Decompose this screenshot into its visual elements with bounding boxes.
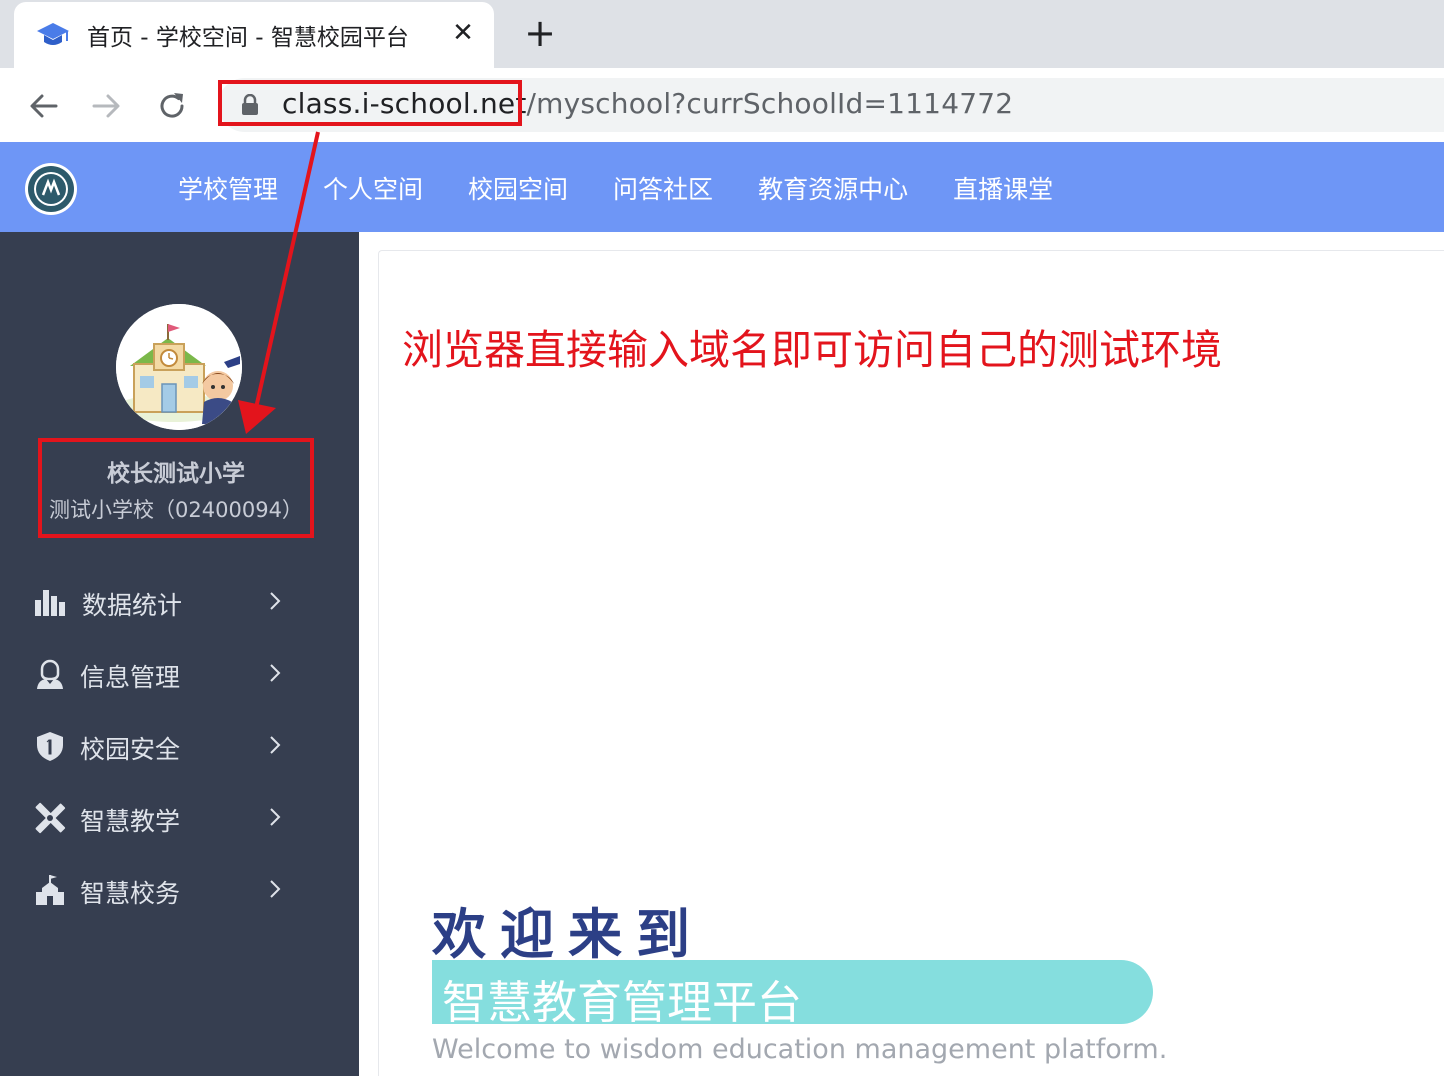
nav-item-qa-community[interactable]: 问答社区 — [613, 170, 713, 206]
main-nav: 学校管理 个人空间 校园空间 问答社区 教育资源中心 直播课堂 — [178, 170, 1098, 206]
nav-item-campus-space[interactable]: 校园空间 — [468, 170, 568, 206]
user-school: 测试小学校（02400094） — [49, 498, 303, 522]
sidebar-item-smart-teaching[interactable]: 智慧教学 — [0, 788, 359, 848]
welcome-heading: 欢迎来到 — [432, 903, 704, 966]
url-highlight-box — [218, 80, 522, 126]
tools-icon — [35, 802, 66, 834]
nav-item-live-classroom[interactable]: 直播课堂 — [953, 170, 1053, 206]
reload-icon[interactable] — [154, 88, 190, 124]
sidebar-item-label: 智慧校务 — [80, 879, 181, 908]
chevron-right-icon — [270, 808, 281, 826]
sidebar-item-label: 信息管理 — [80, 663, 181, 692]
sidebar-item-smart-affairs[interactable]: 智慧校务 — [0, 860, 359, 920]
annotation-text: 浏览器直接输入域名即可访问自己的测试环境 — [402, 326, 1222, 374]
nav-item-education-resources[interactable]: 教育资源中心 — [758, 170, 908, 206]
tab-title: 首页 - 学校空间 - 智慧校园平台 — [87, 25, 409, 51]
chevron-right-icon — [270, 736, 281, 754]
chevron-right-icon — [270, 880, 281, 898]
new-tab-icon[interactable]: + — [520, 14, 560, 54]
browser-toolbar: class.i-school.net/myschool?currSchoolId… — [0, 68, 1444, 142]
user-info-box: 校长测试小学 测试小学校（02400094） — [38, 438, 314, 538]
url-path: /myschool?currSchoolId=1114772 — [526, 87, 1014, 120]
shield-icon — [37, 732, 63, 761]
sidebar-item-label: 数据统计 — [82, 591, 183, 620]
welcome-english: Welcome to wisdom education management p… — [432, 1034, 1168, 1065]
user-name: 校长测试小学 — [107, 461, 245, 487]
tab-close-icon[interactable]: ✕ — [448, 16, 478, 50]
bar-chart-icon — [35, 590, 65, 616]
sidebar: 校长测试小学 测试小学校（02400094） 数据统计 信息管理 校园安全 智慧… — [0, 232, 359, 1076]
back-arrow-icon[interactable] — [26, 88, 62, 124]
school-logo-icon[interactable] — [24, 162, 78, 216]
graduation-cap-icon — [37, 23, 69, 45]
sidebar-item-data-statistics[interactable]: 数据统计 — [0, 572, 359, 632]
platform-name: 智慧教育管理平台 — [442, 976, 803, 1029]
forward-arrow-icon[interactable] — [88, 88, 124, 124]
school-illustration-icon — [116, 304, 242, 430]
sidebar-item-campus-safety[interactable]: 校园安全 — [0, 716, 359, 776]
user-icon — [37, 659, 63, 689]
building-icon — [36, 875, 64, 905]
nav-item-school-management[interactable]: 学校管理 — [178, 170, 278, 206]
chevron-right-icon — [270, 664, 281, 682]
browser-tab-strip: 首页 - 学校空间 - 智慧校园平台 ✕ + — [0, 0, 1444, 68]
chevron-right-icon — [270, 592, 281, 610]
sidebar-item-label: 智慧教学 — [80, 807, 181, 836]
site-header: 学校管理 个人空间 校园空间 问答社区 教育资源中心 直播课堂 — [0, 142, 1444, 232]
platform-banner: 智慧教育管理平台 — [432, 960, 1153, 1029]
browser-tab[interactable]: 首页 - 学校空间 - 智慧校园平台 ✕ — [14, 2, 494, 68]
avatar[interactable] — [116, 304, 242, 430]
sidebar-item-info-management[interactable]: 信息管理 — [0, 644, 359, 704]
nav-item-personal-space[interactable]: 个人空间 — [323, 170, 423, 206]
sidebar-item-label: 校园安全 — [80, 735, 181, 764]
